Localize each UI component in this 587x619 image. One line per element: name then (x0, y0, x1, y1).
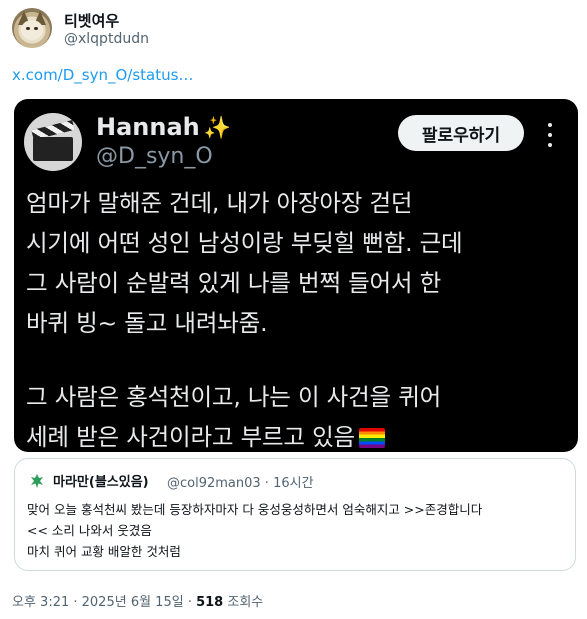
card-author-name: Hannah ✨ (96, 113, 231, 141)
quote-author-name[interactable]: 마라만(블스있음) (53, 471, 149, 490)
footer-separator: · (183, 595, 197, 610)
quoted-tweet[interactable]: 마라만(블스있음) @col92man03 · 16시간 맞어 오늘 홍석천씨 … (14, 458, 576, 571)
quote-meta: @col92man03 · 16시간 (167, 472, 314, 491)
view-count: 518 (196, 595, 224, 610)
card-text-line: 그 사람은 홍석천이고, 나는 이 사건을 퀴어 (26, 383, 442, 411)
author-handle[interactable]: @xlqptdudn (64, 31, 149, 47)
rainbow-flag-icon (358, 428, 385, 448)
sparkle-icon: ✨ (203, 116, 232, 141)
card-text-line-last: 세례 받은 사건이라고 부르고 있음 (26, 417, 571, 452)
card-author-name-text: Hannah (96, 113, 200, 141)
quote-text-line: 마치 퀴어 교황 배알한 것처럼 (27, 544, 181, 559)
tweet-link[interactable]: x.com/D_syn_O/status… (12, 66, 193, 84)
follow-button: 팔로우하기 (398, 115, 524, 151)
card-text-line: 그 사람이 순발력 있게 나를 번쩍 들어서 한 (26, 269, 442, 297)
avatar-face (21, 20, 43, 40)
avatar-eye-right (34, 27, 38, 30)
quote-body-text: 맞어 오늘 홍석천씨 봤는데 등장하자마자 다 웅성웅성하면서 엄숙해지고 >>… (27, 499, 567, 562)
embedded-tweet-image[interactable]: Hannah ✨ @D_syn_O 팔로우하기 엄마가 말해준 건데, 내가 아장… (14, 99, 578, 452)
quote-time: 16시간 (273, 476, 314, 491)
quote-separator: · (260, 476, 274, 491)
author-avatar[interactable] (12, 8, 52, 48)
quote-text-line: 맞어 오늘 홍석천씨 봤는데 등장하자마자 다 웅성웅성하면서 엄숙해지고 >>… (27, 502, 483, 517)
more-options-icon (542, 121, 558, 149)
card-body-text: 엄마가 말해준 건데, 내가 아장아장 걷던 시기에 어떤 성인 남성이랑 부딪… (26, 183, 571, 452)
card-avatar (24, 113, 82, 171)
quote-author-handle: @col92man03 (167, 476, 261, 491)
tweet-footer: 오후 3:21 · 2025년 6월 15일 · 518 조회수 (12, 591, 263, 610)
card-text-line-content: 세례 받은 사건이라고 부르고 있음 (26, 423, 355, 451)
tweet-timestamp[interactable]: 오후 3:21 · 2025년 6월 15일 (12, 595, 184, 610)
card-text-line: 시기에 어떤 성인 남성이랑 부딪힐 뻔함. 근데 (26, 229, 463, 257)
card-text-line: 엄마가 말해준 건데, 내가 아장아장 걷던 (26, 189, 413, 217)
author-name[interactable]: 티벳여우 (64, 10, 119, 31)
tweet-header: 티벳여우 @xlqptdudn (12, 8, 572, 50)
view-label: 조회수 (223, 595, 264, 610)
card-author-handle: @D_syn_O (96, 144, 213, 169)
quote-avatar[interactable] (27, 471, 47, 491)
avatar-eye-left (26, 27, 30, 30)
quote-text-line: << 소리 나와서 웃겼음 (27, 523, 152, 538)
clapperboard-body (33, 137, 73, 161)
card-text-line: 바퀴 빙~ 돌고 내려놔줌. (26, 309, 268, 337)
quote-avatar-icon (31, 474, 43, 488)
